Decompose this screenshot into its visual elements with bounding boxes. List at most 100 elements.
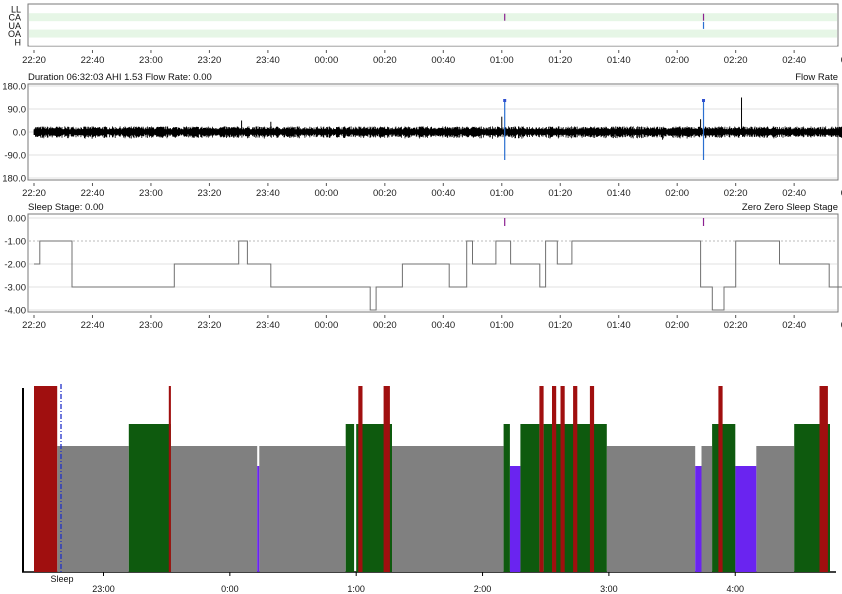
events-x-tick-label: 02:20 <box>724 55 748 66</box>
flow-x-tick-label: 02:40 <box>782 188 806 199</box>
flow-legend: Flow Rate <box>795 72 838 83</box>
hypnogram-bar-rem <box>345 424 355 572</box>
stage-x-tick-label: 01:40 <box>607 320 631 331</box>
event-row-label: H <box>15 37 22 47</box>
hypnogram-bar-light <box>170 446 258 572</box>
events-x-tick-label: 00:00 <box>314 55 338 66</box>
hypnogram-panel: Sleep 23:00 0:00 1:00 2:00 3:00 4:00 <box>22 384 836 594</box>
events-x-tick-label: 01:40 <box>607 55 631 66</box>
stage-x-tick-label: 01:00 <box>490 320 514 331</box>
flow-x-tick-label: 02:00 <box>665 188 689 199</box>
hypnogram-bar-wake <box>560 386 565 572</box>
stage-x-tick-label: 23:00 <box>139 320 163 331</box>
events-x-tick-label: 22:20 <box>22 55 46 66</box>
event-row-band <box>29 29 837 38</box>
hypnogram-bar-wake <box>358 386 363 572</box>
stage-x-tick-label: 02:20 <box>724 320 748 331</box>
hypnogram-bar-wake <box>34 386 58 572</box>
hypnogram-bar-light <box>701 446 712 572</box>
hypnogram-bar-wake <box>718 386 723 572</box>
stage-x-tick-label: 00:00 <box>314 320 338 331</box>
event-row-band <box>29 13 837 22</box>
hypnogram-tick-label: 4:00 <box>726 584 744 594</box>
hypnogram-bar-rem <box>520 424 540 572</box>
flow-x-tick-label: 00:00 <box>314 188 338 199</box>
events-x-tick-label: 22:40 <box>81 55 105 66</box>
events-x-tick-label: 01:00 <box>490 55 514 66</box>
flow-x-tick-label: 02:20 <box>724 188 748 199</box>
flow-x-tick-label: 22:40 <box>81 188 105 199</box>
stage-y-tick-label: 0.00 <box>8 214 27 225</box>
sleep-stage-header: Sleep Stage: 0.00 <box>28 202 104 213</box>
hypnogram-tick-label: 2:00 <box>474 584 492 594</box>
events-x-tick-label: 02:40 <box>782 55 806 66</box>
stage-x-tick-label: 00:40 <box>431 320 455 331</box>
hypnogram-bar-light <box>57 446 129 572</box>
flow-event-dot <box>503 99 507 102</box>
events-x-tick-label: 23:20 <box>198 55 222 66</box>
flow-y-tick-label: 90.0 <box>8 105 27 116</box>
stage-x-tick-label: 23:20 <box>198 320 222 331</box>
hypnogram-bar-wake <box>552 386 557 572</box>
events-x-tick-label: 00:40 <box>431 55 455 66</box>
events-x-tick-label: 23:40 <box>256 55 280 66</box>
events-x-tick-label: 02:00 <box>665 55 689 66</box>
hypnogram-tick-label: 1:00 <box>347 584 365 594</box>
stage-x-tick-label: 00:20 <box>373 320 397 331</box>
hypnogram-bar-rem <box>503 424 510 572</box>
hypnogram-bar-wake <box>168 386 171 572</box>
event-row-band <box>29 21 837 30</box>
hypnogram-x-label: Sleep <box>50 574 73 584</box>
stage-x-tick-label: 22:20 <box>22 320 46 331</box>
hypnogram-bar-rem <box>128 424 171 572</box>
event-row-band <box>29 37 837 46</box>
hypnogram-bar-deep <box>257 466 260 572</box>
hypnogram-bar-wake <box>539 386 544 572</box>
hypnogram-bar-rem <box>712 424 736 572</box>
flow-x-tick-label: 23:20 <box>198 188 222 199</box>
events-x-tick-label: 23:00 <box>139 55 163 66</box>
stage-x-tick-label: 02:40 <box>782 320 806 331</box>
sleep-stage-panel: Sleep Stage: 0.00 Zero Zero Sleep Stage … <box>4 202 842 331</box>
stage-y-tick-label: -2.00 <box>4 260 26 271</box>
hypnogram-bar-wake <box>819 386 828 572</box>
events-panel: LLCAUAOAH 22:20 22:40 23:00 23:20 23:40 00:00… <box>8 3 842 66</box>
hypnogram-bar-deep <box>735 466 757 572</box>
flow-y-tick-label: 180.0 <box>2 174 26 185</box>
flow-panel: Duration 06:32:03 AHI 1.53 Flow Rate: 0.… <box>2 72 842 199</box>
hypnogram-bar-deep <box>695 466 702 572</box>
hypnogram-bar-wake <box>383 386 390 572</box>
hypnogram-bar-wake <box>573 386 578 572</box>
stage-x-tick-label: 01:20 <box>548 320 572 331</box>
hypnogram-tick-label: 23:00 <box>92 584 115 594</box>
hypnogram-bar-wake <box>589 386 595 572</box>
stage-y-tick-label: -4.00 <box>4 306 26 317</box>
hypnogram-bar-light <box>756 446 795 572</box>
stage-y-tick-label: -3.00 <box>4 283 26 294</box>
flow-y-tick-label: 0.0 <box>13 128 26 139</box>
hypnogram-bar-deep <box>509 466 521 572</box>
events-x-tick-label: 01:20 <box>548 55 572 66</box>
flow-x-tick-label: 00:40 <box>431 188 455 199</box>
flow-header: Duration 06:32:03 AHI 1.53 Flow Rate: 0.… <box>28 72 212 83</box>
flow-x-tick-label: 23:40 <box>256 188 280 199</box>
events-x-tick-label: 00:20 <box>373 55 397 66</box>
flow-event-dot <box>702 99 706 102</box>
sleep-stage-legend: Zero Zero Sleep Stage <box>742 202 838 213</box>
hypnogram-tick-label: 3:00 <box>600 584 618 594</box>
flow-x-tick-label: 01:00 <box>490 188 514 199</box>
flow-x-tick-label: 22:20 <box>22 188 46 199</box>
flow-x-tick-label: 01:20 <box>548 188 572 199</box>
flow-x-tick-label: 01:40 <box>607 188 631 199</box>
stage-x-tick-label: 23:40 <box>256 320 280 331</box>
hypnogram-bar-light <box>259 446 346 572</box>
hypnogram-tick-label: 0:00 <box>221 584 239 594</box>
event-row-band <box>29 5 837 13</box>
flow-y-tick-label: 180.0 <box>2 82 26 93</box>
stage-x-tick-label: 22:40 <box>81 320 105 331</box>
stage-x-tick-label: 02:00 <box>665 320 689 331</box>
flow-y-tick-label: -90.0 <box>4 151 26 162</box>
hypnogram-bar-light <box>606 446 696 572</box>
stage-y-tick-label: -1.00 <box>4 237 26 248</box>
flow-x-tick-label: 00:20 <box>373 188 397 199</box>
